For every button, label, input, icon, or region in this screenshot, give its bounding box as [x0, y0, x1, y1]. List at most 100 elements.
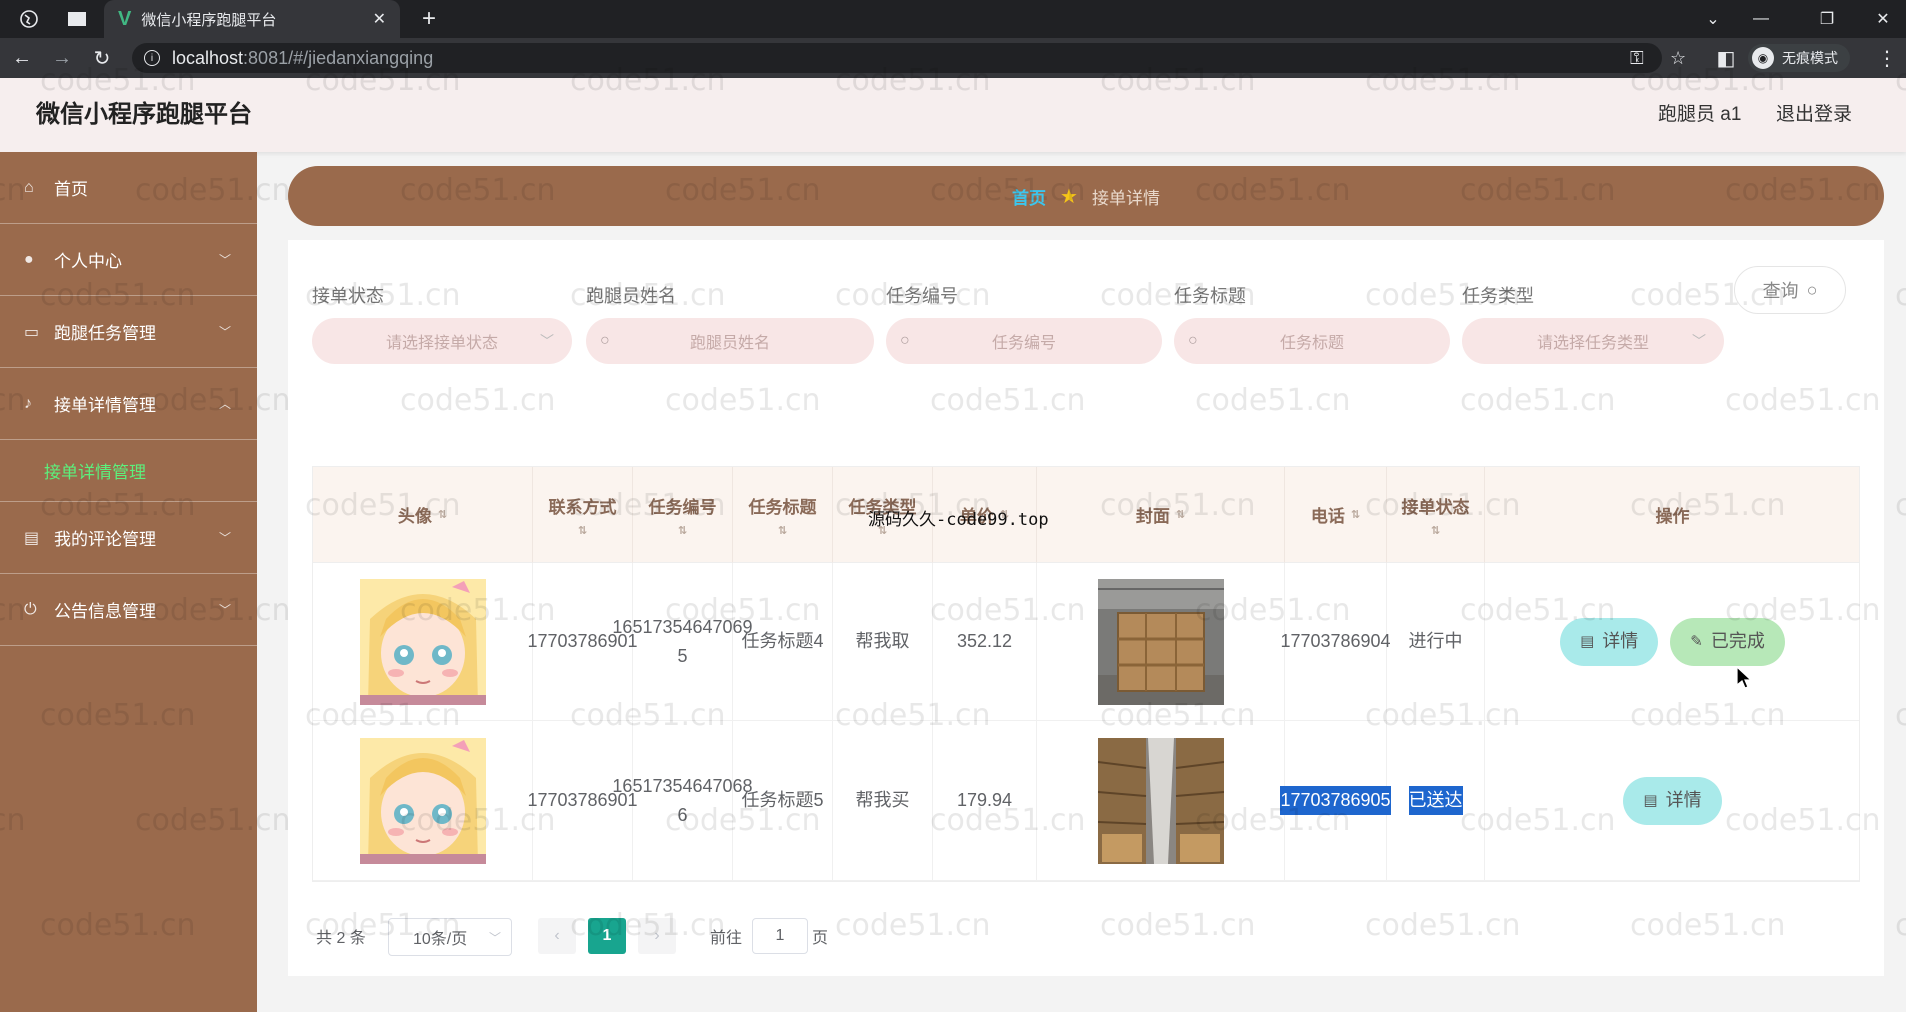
column-header-avatar[interactable]: 头像 ⇅ [313, 467, 533, 563]
bookmark-star-icon[interactable]: ☆ [1670, 43, 1686, 73]
cover-cell [1037, 563, 1285, 721]
status-select[interactable]: 请选择接单状态 ﹀ [312, 318, 572, 364]
sort-icon[interactable]: ⇅ [778, 524, 787, 537]
sidebar-subitem-order-details[interactable]: 接单详情管理 [0, 440, 257, 502]
column-header-cover[interactable]: 封面 ⇅ [1037, 467, 1285, 563]
browser-tab-bar: V 微信小程序跑腿平台 ✕ + ⌄ — ❐ ✕ [0, 0, 1906, 38]
filter-task-type-label: 任务类型 [1462, 286, 1534, 306]
task-type-select[interactable]: 请选择任务类型 ﹀ [1462, 318, 1724, 364]
app-header: 微信小程序跑腿平台 跑腿员 a1 退出登录 [0, 78, 1906, 152]
task-icon: ▭ [24, 323, 40, 341]
sidebar-item-tasks[interactable]: ▭ 跑腿任务管理 ﹀ [0, 296, 257, 368]
column-header-task-title[interactable]: 任务标题 ⇅ [733, 467, 833, 563]
window-icon[interactable] [62, 0, 92, 38]
close-window-icon[interactable]: ✕ [1860, 0, 1906, 38]
watermark-text: code51.cn [1895, 278, 1906, 313]
header-label: 任务编号 [648, 497, 717, 517]
browser-menu-icon[interactable]: ⋮ [1872, 38, 1902, 78]
new-tab-button[interactable]: + [412, 0, 446, 38]
key-icon[interactable]: ⚿ [1630, 43, 1644, 73]
source-watermark: 源码久久-code99.top [868, 510, 1049, 530]
runner-name-input[interactable]: ○ 跑腿员姓名 [586, 318, 874, 364]
site-info-icon[interactable]: i [144, 50, 160, 66]
tab-search-icon[interactable]: ⌄ [1690, 0, 1736, 38]
sort-icon[interactable]: ⇅ [1431, 524, 1440, 537]
filter-runner-label: 跑腿员姓名 [586, 286, 676, 306]
app-title: 微信小程序跑腿平台 [36, 101, 252, 128]
chevron-down-icon: ﹀ [218, 253, 231, 267]
price-cell: 179.94 [933, 721, 1037, 881]
detail-button-label: 详情 [1602, 631, 1639, 651]
detail-button[interactable]: ▤ 详情 [1560, 617, 1659, 666]
ops-cell: ▤ 详情 ✎ 已完成 [1485, 563, 1859, 721]
page-size-select[interactable]: 10条/页 ﹀ [388, 918, 512, 956]
next-page-button[interactable]: › [638, 918, 676, 954]
reload-icon[interactable]: ↻ [84, 38, 120, 78]
sidebar-subitem-label: 接单详情管理 [44, 463, 146, 482]
prev-page-button[interactable]: ‹ [538, 918, 576, 954]
column-header-contact[interactable]: 联系方式 ⇅ [533, 467, 633, 563]
status-cell: 已送达 [1387, 721, 1485, 881]
breadcrumb-current: 接单详情 [1091, 188, 1160, 208]
incognito-label: 无痕模式 [1782, 50, 1838, 66]
sort-icon[interactable]: ⇅ [1176, 508, 1185, 521]
column-header-task-no[interactable]: 任务编号 ⇅ [633, 467, 733, 563]
goto-suffix: 页 [812, 930, 829, 947]
browser-tab-active[interactable]: V 微信小程序跑腿平台 ✕ [104, 0, 400, 38]
cover-image [1097, 737, 1224, 864]
task-title-placeholder: 任务标题 [1279, 335, 1344, 352]
sidebar-item-comments[interactable]: ▤ 我的评论管理 ﹀ [0, 502, 257, 574]
back-arrow-icon[interactable]: ← [4, 38, 40, 78]
incognito-icon: ◉ [1752, 47, 1774, 69]
column-header-status[interactable]: 接单状态 ⇅ [1387, 467, 1485, 563]
sidebar-item-order-details[interactable]: ♪ 接单详情管理 ︿ [0, 368, 257, 440]
complete-button[interactable]: ✎ 已完成 [1670, 617, 1785, 666]
incognito-badge[interactable]: ◉ 无痕模式 [1748, 44, 1850, 72]
sidebar-item-label: 我的评论管理 [54, 530, 156, 549]
phone-selected-text: 17703786905 [1280, 786, 1391, 815]
sidebar: ⌂ 首页 ● 个人中心 ﹀ ▭ 跑腿任务管理 ﹀ ♪ 接单详情管理 ︿ 接单详情… [0, 152, 257, 1012]
document-icon: ▤ [1643, 792, 1658, 809]
logout-link[interactable]: 退出登录 [1776, 78, 1852, 152]
detail-button[interactable]: ▤ 详情 [1623, 776, 1722, 825]
sort-icon[interactable]: ⇅ [438, 508, 447, 521]
sidebar-item-profile[interactable]: ● 个人中心 ﹀ [0, 224, 257, 296]
task-no-input[interactable]: ○ 任务编号 [886, 318, 1162, 364]
side-panel-icon[interactable]: ◧ [1708, 38, 1744, 78]
page-1-button[interactable]: 1 [588, 918, 626, 954]
watermark-text: code51.cn [1895, 698, 1906, 733]
chevron-down-icon: ﹀ [218, 325, 231, 339]
mouse-cursor-icon [1736, 666, 1753, 689]
restore-icon[interactable]: ❐ [1804, 0, 1850, 38]
minimize-icon[interactable]: — [1738, 0, 1784, 38]
pagination-total: 共 2 条 [316, 930, 366, 947]
sort-icon[interactable]: ⇅ [678, 524, 687, 537]
sort-icon[interactable]: ⇅ [578, 524, 587, 537]
sidebar-item-announcements[interactable]: ⏻ 公告信息管理 ﹀ [0, 574, 257, 646]
sidebar-item-label: 公告信息管理 [54, 602, 156, 621]
goto-page-input[interactable]: 1 [752, 918, 808, 954]
url-bar[interactable]: i localhost:8081/#/jiedanxiangqing ⚿ ☆ [132, 43, 1686, 73]
header-label: 电话 [1310, 507, 1345, 526]
phone-cell: 17703786904 [1280, 563, 1391, 721]
close-tab-icon[interactable]: ✕ [373, 9, 386, 29]
chevron-down-icon: ﹀ [540, 333, 554, 349]
star-icon: ★ [1060, 185, 1078, 208]
column-header-phone[interactable]: 电话 ⇅ [1285, 467, 1387, 563]
forward-arrow-icon[interactable]: → [44, 38, 80, 78]
sort-icon[interactable]: ⇅ [1351, 508, 1360, 521]
breadcrumb-home[interactable]: 首页 [1012, 184, 1046, 209]
chevron-down-icon: ﹀ [1692, 333, 1706, 349]
query-button[interactable]: 查询 ○ [1734, 266, 1846, 314]
task-title-input[interactable]: ○ 任务标题 [1174, 318, 1450, 364]
watermark-text: code51.cn [1895, 908, 1906, 943]
chart-icon: ▤ [24, 529, 40, 547]
chevron-down-icon: ﹀ [218, 603, 231, 617]
sidebar-item-label: 跑腿任务管理 [54, 324, 156, 343]
current-user: 跑腿员 a1 [1658, 104, 1742, 125]
task-title-cell: 任务标题4 [733, 563, 833, 721]
sidebar-item-home[interactable]: ⌂ 首页 [0, 152, 257, 224]
globe-icon[interactable] [14, 0, 44, 38]
complete-button-label: 已完成 [1710, 631, 1765, 651]
task-no-placeholder: 任务编号 [991, 335, 1056, 352]
